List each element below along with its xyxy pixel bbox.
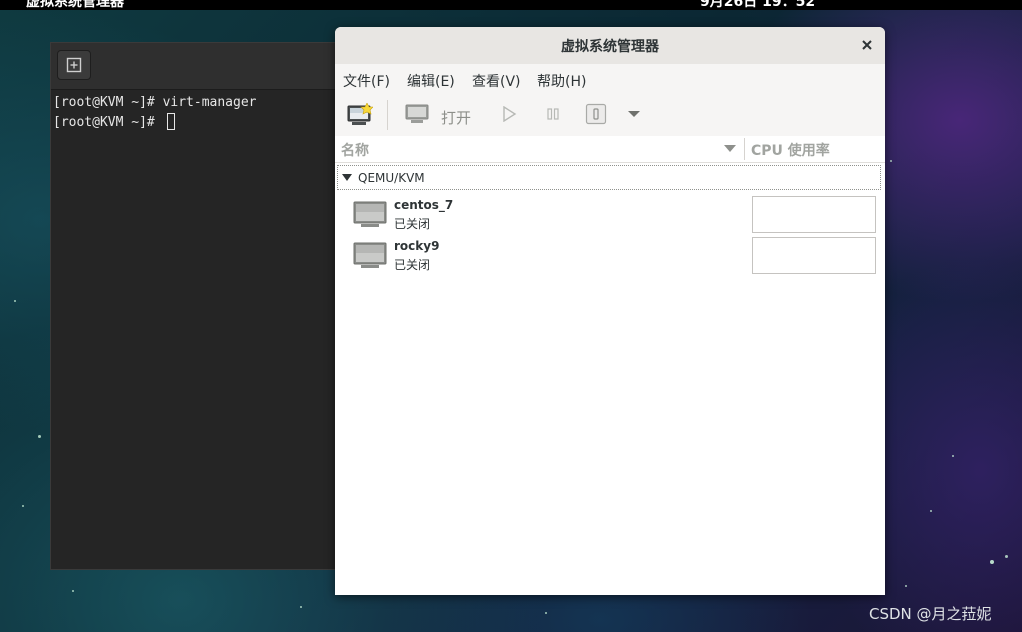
cpu-usage-graph [752,237,876,274]
vm-monitor-icon [353,201,387,227]
new-tab-icon [66,57,82,73]
cpu-usage-graph [752,196,876,233]
vm-name: centos_7 [394,198,454,212]
menu-view[interactable]: 查看(V) [472,71,521,91]
new-vm-button[interactable] [347,103,373,127]
open-button-label[interactable]: 打开 [441,107,471,128]
close-button[interactable] [857,35,877,55]
connection-label: QEMU/KVM [358,171,425,185]
virt-manager-window: 虚拟系统管理器 文件(F) 编辑(E) 查看(V) 帮助(H) 打开 名称 CP… [335,27,885,595]
column-divider[interactable] [744,138,745,160]
top-bar-clock[interactable]: 9月26日 19：52 [700,0,815,10]
vm-name: rocky9 [394,239,440,253]
power-icon [585,103,607,125]
top-bar: 虚拟系统管理器 9月26日 19：52 [0,0,1022,10]
vm-state: 已关闭 [394,217,431,231]
watermark: CSDN @月之菈妮 [869,605,992,623]
open-button[interactable] [405,103,429,125]
close-icon [862,40,872,50]
new-tab-button[interactable] [57,50,91,80]
vm-row[interactable]: centos_7 已关闭 [335,196,885,236]
list-header: 名称 CPU 使用率 [335,136,885,163]
menu-edit[interactable]: 编辑(E) [407,71,455,91]
pause-button[interactable] [545,106,561,122]
terminal-line: [root@KVM ~]# virt-manager [53,95,257,110]
pause-icon [547,108,559,120]
column-name-header[interactable]: 名称 [341,140,369,160]
toolbar: 打开 [335,94,885,137]
vm-monitor-icon [353,242,387,268]
new-vm-icon [347,103,373,125]
shutdown-button[interactable] [585,103,607,125]
connection-group-row[interactable]: QEMU/KVM [337,165,881,190]
window-title: 虚拟系统管理器 [561,39,659,55]
title-bar[interactable]: 虚拟系统管理器 [335,27,885,65]
terminal-cursor [166,113,175,130]
run-button[interactable] [501,106,517,122]
monitor-icon [405,104,429,123]
vm-state: 已关闭 [394,258,431,272]
terminal-output[interactable]: [root@KVM ~]# virt-manager [root@KVM ~]# [53,93,339,133]
menu-bar: 文件(F) 编辑(E) 查看(V) 帮助(H) [335,64,885,94]
shutdown-menu-button[interactable] [627,109,641,119]
menu-help[interactable]: 帮助(H) [537,71,586,91]
chevron-down-icon [628,111,640,117]
terminal-header [51,43,339,90]
expander-down-icon[interactable] [342,174,352,182]
column-cpu-header[interactable]: CPU 使用率 [751,140,830,160]
play-icon [503,106,517,122]
terminal-prompt: [root@KVM ~]# [53,115,163,130]
toolbar-separator [387,100,388,130]
top-bar-app-name[interactable]: 虚拟系统管理器 [26,0,124,10]
terminal-line-prompt: [root@KVM ~]# [53,113,339,133]
sort-arrow-icon[interactable] [724,145,736,153]
menu-file[interactable]: 文件(F) [343,71,390,91]
vm-row[interactable]: rocky9 已关闭 [335,237,885,277]
terminal-window[interactable]: [root@KVM ~]# virt-manager [root@KVM ~]# [50,42,340,570]
